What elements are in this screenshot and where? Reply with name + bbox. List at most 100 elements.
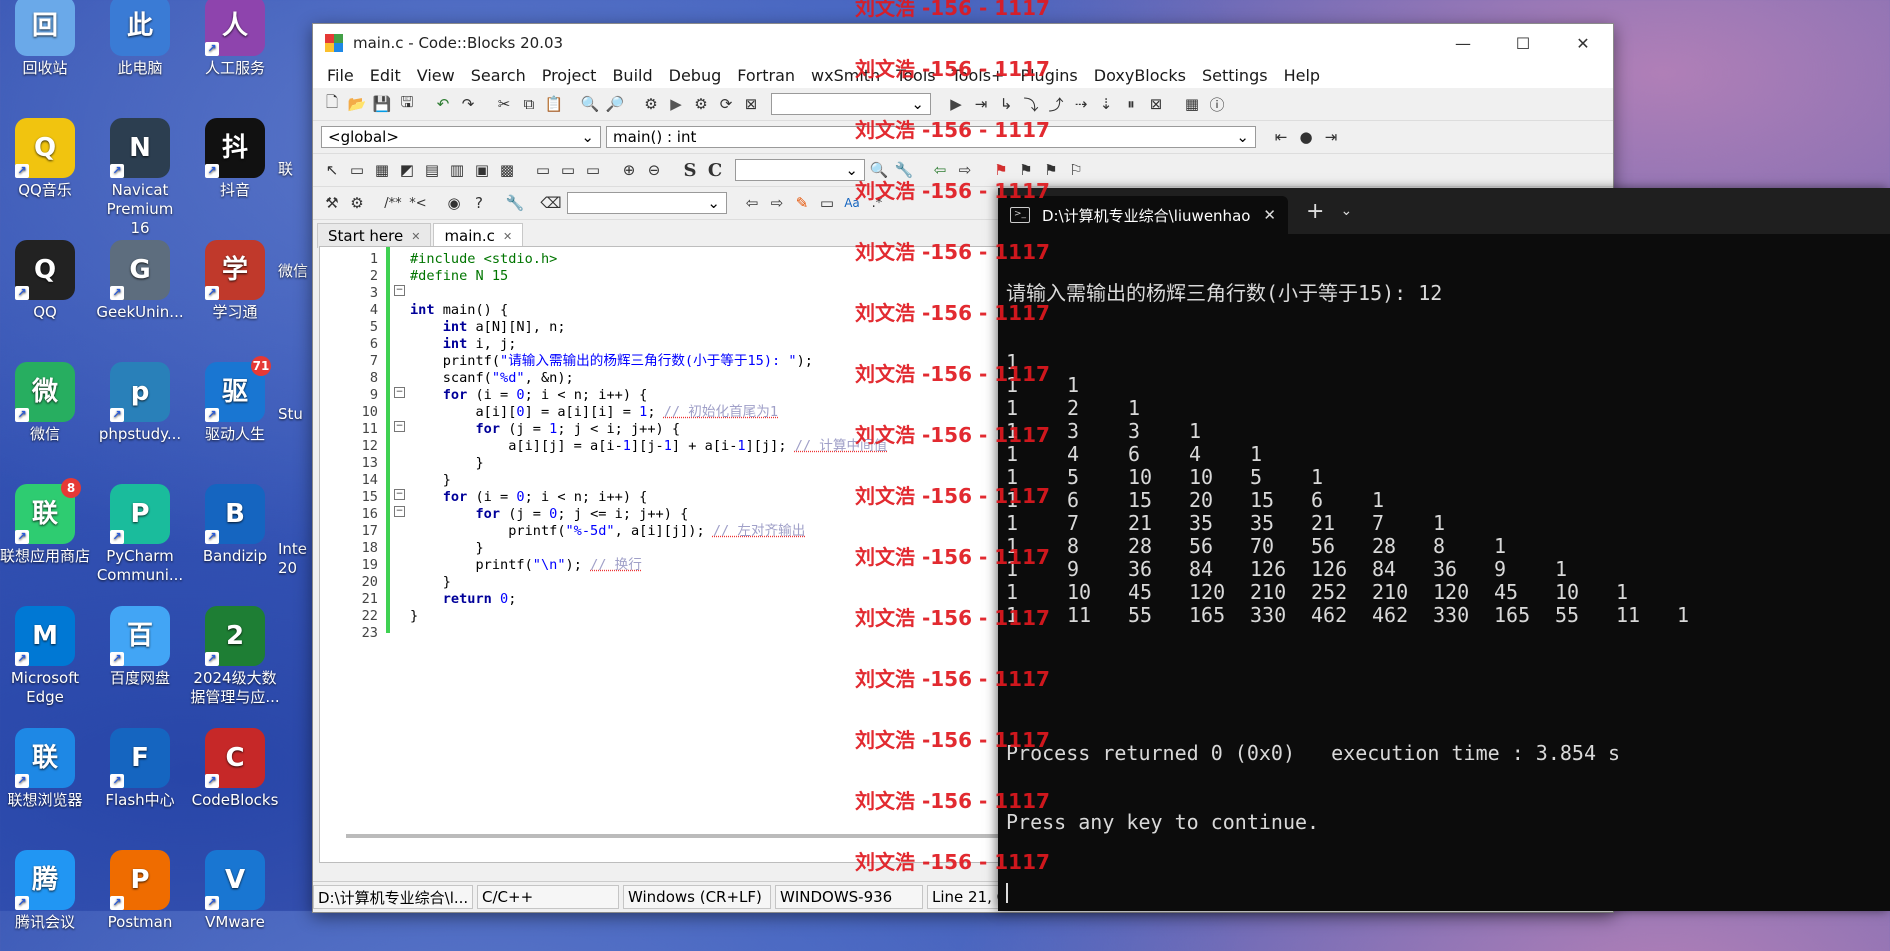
desktop-shortcut[interactable]: 学 ↗ 学习通 <box>190 240 280 322</box>
new-file-icon[interactable]: 🗋 <box>321 93 343 115</box>
desktop-shortcut[interactable]: P ↗ PyCharm Communi... <box>95 484 185 585</box>
editor-tab[interactable]: Start here ✕ <box>317 223 432 248</box>
bookmark-dot-icon[interactable]: ● <box>1295 126 1317 148</box>
grid-sizer-icon[interactable]: ▦ <box>371 159 393 181</box>
chevron-down-icon[interactable]: ⌄ <box>1340 203 1352 219</box>
step-out-icon[interactable]: ⤴ <box>1045 93 1067 115</box>
desktop-shortcut[interactable]: B ↗ Bandizip <box>190 484 280 566</box>
desktop-shortcut[interactable]: 联 ↗ 8 联想应用商店 <box>0 478 90 566</box>
extract-docs-icon[interactable]: ⚙ <box>346 192 368 214</box>
zoom-out-icon[interactable]: ⊖ <box>643 159 665 181</box>
c-format-icon[interactable]: C <box>704 159 726 181</box>
wrap-sizer-icon[interactable]: ▣ <box>471 159 493 181</box>
desktop-shortcut[interactable]: 此此电脑 <box>95 0 185 78</box>
find-next-icon[interactable]: ⇨ <box>766 192 788 214</box>
desktop-shortcut[interactable]: 驱 ↗ 71 驱动人生 <box>190 356 280 444</box>
desktop-shortcut[interactable]: 百 ↗ 百度网盘 <box>95 606 185 688</box>
close-tab-icon[interactable]: ✕ <box>503 230 512 243</box>
menu-item-view[interactable]: View <box>409 66 463 85</box>
debug-start-icon[interactable]: ▶ <box>945 93 967 115</box>
stop-debug-icon[interactable]: ⊠ <box>1145 93 1167 115</box>
step-into-icon[interactable]: ⤵ <box>1020 93 1042 115</box>
close-tab-icon[interactable]: ✕ <box>1263 206 1276 224</box>
combo-widget-icon[interactable]: ▭ <box>582 159 604 181</box>
new-tab-icon[interactable]: + <box>1306 199 1324 224</box>
desktop-shortcut[interactable]: 人 ↗ 人工服务 <box>190 0 280 78</box>
desktop-shortcut[interactable]: 微 ↗ 微信 <box>0 362 90 444</box>
desktop-shortcut[interactable]: P ↗ Postman <box>95 850 185 932</box>
build-target-combo[interactable]: ⌄ <box>771 93 931 115</box>
close-tab-icon[interactable]: ✕ <box>411 230 420 243</box>
desktop-shortcut[interactable]: 腾 ↗ 腾讯会议 <box>0 850 90 932</box>
flex-sizer-icon[interactable]: ◩ <box>396 159 418 181</box>
desktop-shortcut[interactable]: M ↗ Microsoft Edge <box>0 606 90 707</box>
step-instruction-icon[interactable]: ⇣ <box>1095 93 1117 115</box>
html-docs-icon[interactable]: ◉ <box>443 192 465 214</box>
settings-gear-icon[interactable]: ⚙ <box>640 93 662 115</box>
desktop-shortcut[interactable]: F ↗ Flash中心 <box>95 728 185 810</box>
zoom-in-icon[interactable]: ⊕ <box>618 159 640 181</box>
block-comment-icon[interactable]: /** <box>382 192 404 214</box>
redo-icon[interactable]: ↷ <box>457 93 479 115</box>
flag-clear-icon[interactable]: ⚐ <box>1065 159 1087 181</box>
textctrl-widget-icon[interactable]: ▭ <box>557 159 579 181</box>
desktop-shortcut[interactable]: Q ↗ QQ音乐 <box>0 118 90 200</box>
scope-combo[interactable]: <global> ⌄ <box>321 126 601 148</box>
menu-item-help[interactable]: Help <box>1276 66 1328 85</box>
desktop-shortcut[interactable]: Q ↗ QQ <box>0 240 90 322</box>
desktop-shortcut[interactable]: N ↗ Navicat Premium 16 <box>95 118 185 238</box>
abort-icon[interactable]: ⊠ <box>740 93 762 115</box>
save-icon[interactable]: 💾 <box>371 93 393 115</box>
std-dialog-icon[interactable]: ▩ <box>496 159 518 181</box>
selection-only-icon[interactable]: ▭ <box>816 192 838 214</box>
close-button[interactable]: ✕ <box>1553 24 1613 62</box>
pointer-icon[interactable]: ↖ <box>321 159 343 181</box>
clear-icon[interactable]: ⌫ <box>540 192 562 214</box>
menu-item-debug[interactable]: Debug <box>661 66 730 85</box>
menu-item-search[interactable]: Search <box>463 66 534 85</box>
maximize-button[interactable]: ☐ <box>1493 24 1553 62</box>
s-format-icon[interactable]: S <box>679 159 701 181</box>
menu-item-project[interactable]: Project <box>534 66 605 85</box>
doxywizard-icon[interactable]: ⚒ <box>321 192 343 214</box>
box-sizer-icon[interactable]: ▤ <box>421 159 443 181</box>
pause-icon[interactable]: ⏸ <box>1120 93 1142 115</box>
panel-icon[interactable]: ▭ <box>346 159 368 181</box>
fold-marker-icon[interactable]: − <box>394 387 405 398</box>
fold-marker-icon[interactable]: − <box>394 489 405 500</box>
desktop-shortcut[interactable]: 抖 ↗ 抖音 <box>190 118 280 200</box>
build-run-icon[interactable]: ⚙ <box>690 93 712 115</box>
menu-item-fortran[interactable]: Fortran <box>729 66 803 85</box>
desktop-shortcut[interactable]: V ↗ VMware <box>190 850 280 932</box>
desktop-shortcut[interactable]: 回回收站 <box>0 0 90 78</box>
open-file-icon[interactable]: 📂 <box>346 93 368 115</box>
search-combo[interactable]: ⌄ <box>735 159 865 181</box>
menu-item-settings[interactable]: Settings <box>1194 66 1276 85</box>
replace-icon[interactable]: 🔎 <box>604 93 626 115</box>
cut-icon[interactable]: ✂ <box>493 93 515 115</box>
jump-back-icon[interactable]: ⇤ <box>1270 126 1292 148</box>
button-widget-icon[interactable]: ▭ <box>532 159 554 181</box>
rebuild-icon[interactable]: ⟳ <box>715 93 737 115</box>
paste-icon[interactable]: 📋 <box>543 93 565 115</box>
minimize-button[interactable]: — <box>1433 24 1493 62</box>
next-line-icon[interactable]: ↳ <box>995 93 1017 115</box>
debug-info-icon[interactable]: ⓘ <box>1206 93 1228 115</box>
chm-help-icon[interactable]: ? <box>468 192 490 214</box>
fold-marker-icon[interactable]: − <box>394 421 405 432</box>
debug-windows-icon[interactable]: ▦ <box>1181 93 1203 115</box>
menu-item-doxyblocks[interactable]: DoxyBlocks <box>1086 66 1194 85</box>
preferences-icon[interactable]: 🔧 <box>504 192 526 214</box>
next-instruction-icon[interactable]: ⇢ <box>1070 93 1092 115</box>
run-to-cursor-icon[interactable]: ⇥ <box>970 93 992 115</box>
desktop-shortcut[interactable]: p ↗ phpstudy... <box>95 362 185 444</box>
highlight-icon[interactable]: ✎ <box>791 192 813 214</box>
undo-icon[interactable]: ↶ <box>432 93 454 115</box>
menu-item-file[interactable]: File <box>319 66 362 85</box>
jump-forward-icon[interactable]: ⇥ <box>1320 126 1342 148</box>
line-comment-icon[interactable]: *< <box>407 192 429 214</box>
menu-item-build[interactable]: Build <box>604 66 660 85</box>
copy-icon[interactable]: ⧉ <box>518 93 540 115</box>
desktop-shortcut[interactable]: 2 ↗ 2024级大数据管理与应... <box>190 606 280 707</box>
static-box-icon[interactable]: ▥ <box>446 159 468 181</box>
